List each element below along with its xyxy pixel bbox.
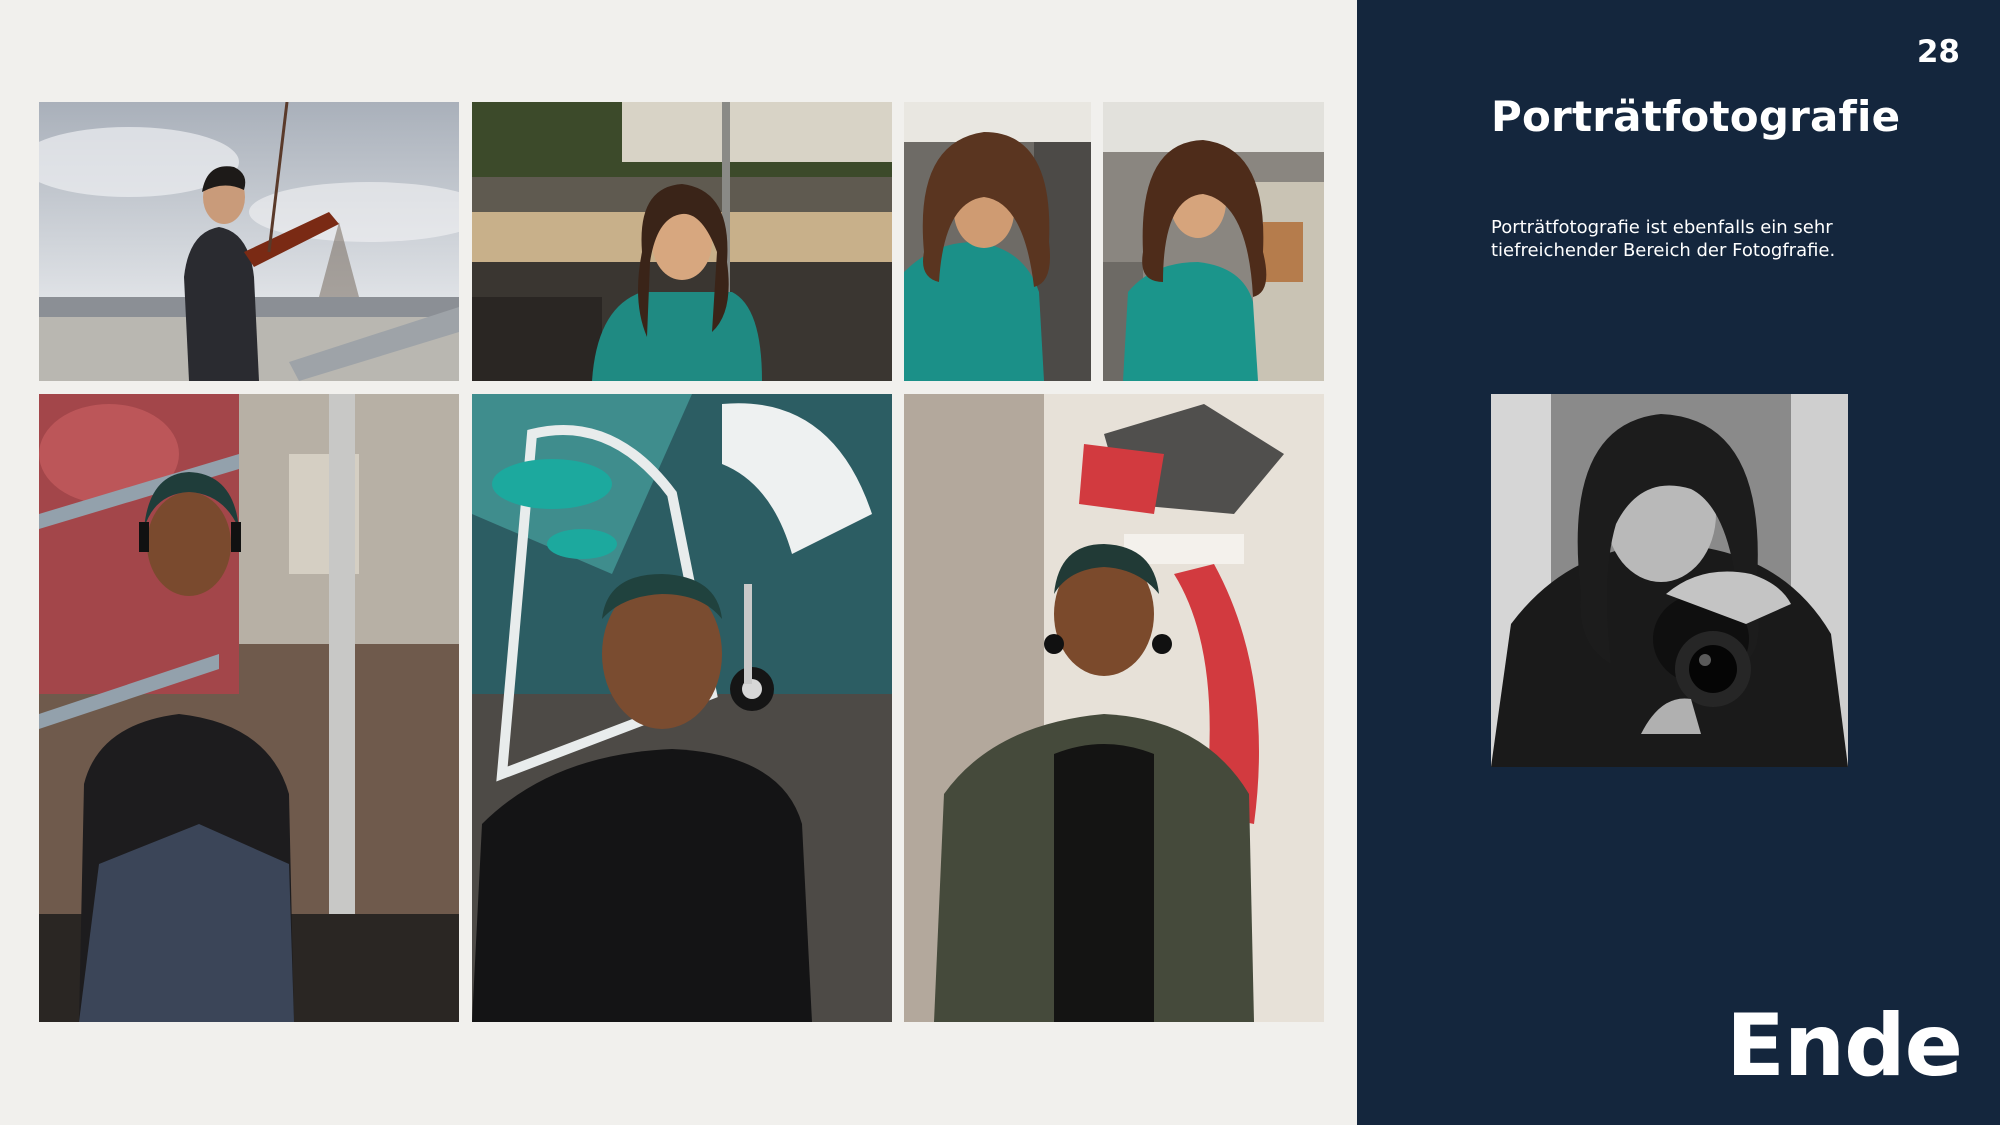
sidebar-panel: 28 Porträtfotografie Porträtfotografie i… (1357, 0, 2000, 1125)
photo-violinist (39, 102, 459, 381)
photo-woman-station-standing (1103, 102, 1324, 381)
end-label: Ende (1726, 996, 1963, 1096)
photo-man-headphones-wall (472, 394, 892, 1022)
photo-woman-station-seated (472, 102, 892, 381)
photo-woman-looking-down (904, 102, 1091, 381)
photo-man-sitting-graffiti (39, 394, 459, 1022)
description-text: Porträtfotografie ist ebenfalls ein sehr… (1491, 217, 1836, 261)
page-number: 28 (1916, 34, 1960, 70)
photo-woman-camera-bw (1491, 394, 1848, 767)
photo-man-jacket-pillar (904, 394, 1324, 1022)
page-title: Porträtfotografie (1491, 92, 1901, 141)
